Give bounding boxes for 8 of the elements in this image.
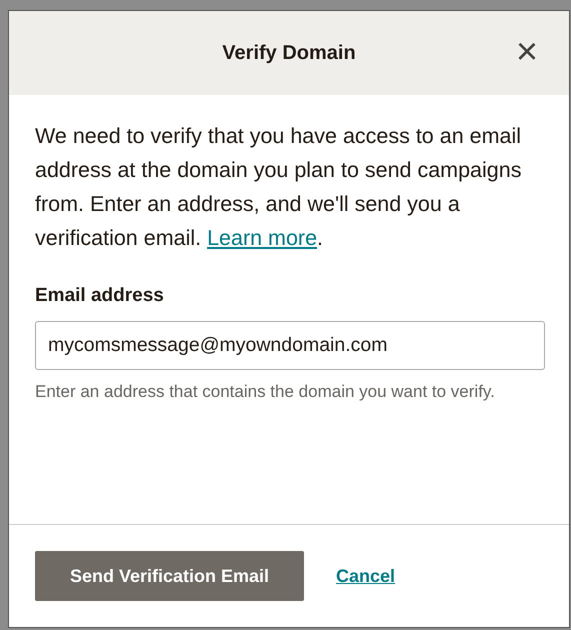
field-label: Email address (35, 285, 165, 307)
help-text: Enter an address that contains the domain you want to verify. (35, 381, 496, 403)
dialog-title: Verify Domain (222, 42, 356, 64)
learn-more-link[interactable]: Learn more (207, 226, 318, 250)
cancel-link[interactable]: Cancel (336, 566, 396, 586)
description: We need to verify that you have access to an email address at the domain you plan to send campaigns from. Enter an address, and we'll send you a verification email. Learn more. (35, 123, 522, 252)
send-button[interactable]: Send Verification Email (35, 551, 304, 601)
email-field[interactable]: mycomsmessage@myowndomain.com (35, 321, 545, 370)
